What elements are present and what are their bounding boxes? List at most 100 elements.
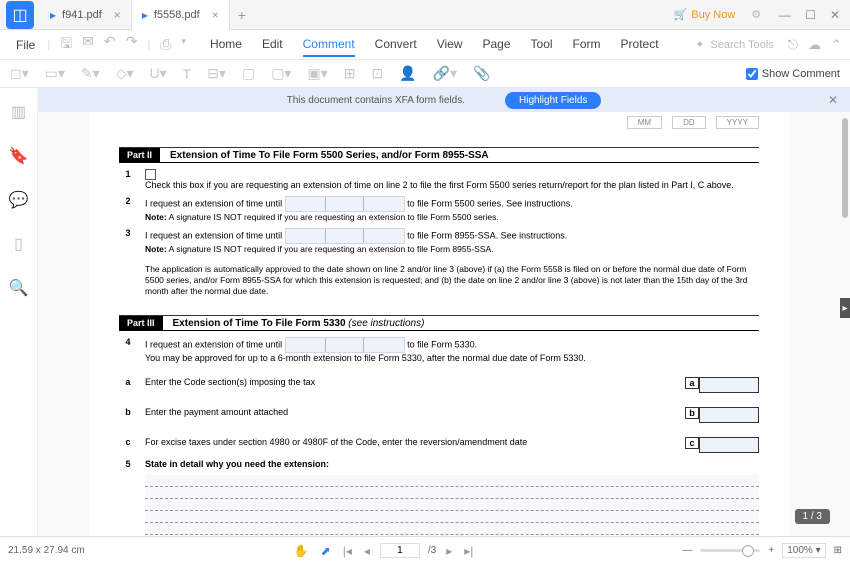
select-tool-icon[interactable]: ⬈ [319, 544, 333, 558]
attachment-tool[interactable]: 📎 [473, 65, 490, 82]
attachments-panel-icon[interactable]: ▯ [14, 234, 23, 254]
menubar: File | 🖫 ✉ ↶ ↷ | ⎙ ▾ Home Edit Comment C… [0, 30, 850, 60]
last-page-button[interactable]: ▸| [462, 544, 475, 558]
date-header: MM DD YYYY [119, 112, 759, 129]
zoom-select[interactable]: 100% ▾ [782, 543, 825, 558]
zoom-slider[interactable] [700, 549, 760, 552]
lineb-field[interactable] [699, 407, 759, 423]
mail-icon[interactable]: ✉ [82, 33, 94, 57]
buy-now-link[interactable]: 🛒 Buy Now [674, 8, 736, 21]
show-comment-checkbox[interactable] [746, 68, 758, 80]
line5-textarea[interactable] [145, 475, 759, 536]
comments-panel-icon[interactable]: 💬 [9, 190, 29, 210]
cart-icon: 🛒 [674, 8, 688, 21]
pdf-icon: ▸ [50, 8, 56, 22]
eraser-tool[interactable]: ◇▾ [116, 65, 134, 82]
close-icon[interactable]: × [212, 8, 219, 22]
xfa-message: This document contains XFA form fields. [287, 95, 465, 106]
maximize-button[interactable]: ☐ [805, 8, 816, 22]
page-number-input[interactable] [380, 543, 420, 558]
new-tab-button[interactable]: + [230, 7, 254, 23]
line4-date-field[interactable] [285, 337, 405, 353]
linea-field[interactable] [699, 377, 759, 393]
vertical-scrollbar[interactable] [842, 118, 848, 218]
linec-field[interactable] [699, 437, 759, 453]
user-tool[interactable]: 👤 [399, 65, 416, 82]
save-icon[interactable]: 🖫 [60, 33, 72, 57]
close-banner-icon[interactable]: ✕ [828, 93, 838, 107]
share-icon[interactable]: ⎋ [788, 37, 798, 53]
undo-icon[interactable]: ↶ [104, 33, 116, 57]
pdf-icon: ▸ [142, 8, 148, 22]
tab-protect[interactable]: Protect [621, 33, 659, 57]
line-number: 4 [119, 337, 137, 363]
measure-tool[interactable]: ⊡ [371, 65, 383, 82]
line-number: 2 [119, 196, 137, 222]
tab-f5558[interactable]: ▸ f5558.pdf × [132, 0, 230, 30]
show-comment-label: Show Comment [762, 68, 840, 80]
callout-tool[interactable]: ▢ [242, 65, 255, 82]
cloud-icon[interactable]: ☁ [808, 37, 821, 53]
zoom-in-button[interactable]: + [768, 545, 774, 556]
tab-edit[interactable]: Edit [262, 33, 283, 57]
document-viewport[interactable]: MM DD YYYY Part II Extension of Time To … [38, 112, 840, 536]
chevron-down-icon[interactable]: ▾ [181, 36, 186, 53]
comment-toolbar: ◻▾ ▭▾ ✎▾ ◇▾ U▾ T ⊟▾ ▢ ▢▾ ▣▾ ⊞ ⊡ 👤 🔗▾ 📎 S… [0, 60, 850, 88]
line-number: 5 [119, 459, 137, 536]
close-window-button[interactable]: ✕ [830, 8, 840, 22]
fit-page-icon[interactable]: ⊞ [834, 545, 842, 556]
tab-view[interactable]: View [437, 33, 463, 57]
wand-icon: ✦ [695, 38, 704, 51]
underline-tool[interactable]: U▾ [149, 65, 166, 82]
collapse-ribbon-icon[interactable]: ⌃ [831, 37, 842, 53]
stamp-tool[interactable]: ▣▾ [307, 65, 327, 82]
settings-icon[interactable]: ⚙ [751, 8, 761, 21]
tab-form[interactable]: Form [573, 33, 601, 57]
zoom-out-button[interactable]: — [682, 545, 692, 556]
note-tool[interactable]: ◻▾ [10, 65, 29, 82]
prev-page-button[interactable]: ◂ [362, 544, 372, 558]
tab-convert[interactable]: Convert [375, 33, 417, 57]
first-page-button[interactable]: |◂ [341, 544, 354, 558]
pencil-tool[interactable]: ✎▾ [81, 65, 100, 82]
part2-label: Part II [119, 148, 160, 162]
bookmarks-icon[interactable]: 🔖 [9, 146, 29, 166]
expand-panel-icon[interactable]: ▸ [840, 298, 850, 318]
redo-icon[interactable]: ↷ [126, 33, 138, 57]
minimize-button[interactable]: — [779, 8, 791, 22]
tab-comment[interactable]: Comment [303, 33, 355, 57]
highlight-tool[interactable]: ▭▾ [45, 65, 65, 82]
tab-label: f941.pdf [62, 9, 102, 21]
file-menu[interactable]: File [8, 38, 43, 52]
line2-date-field[interactable] [285, 196, 405, 212]
text-tool[interactable]: T [183, 66, 192, 82]
tab-page[interactable]: Page [482, 33, 510, 57]
tab-label: f5558.pdf [154, 9, 200, 21]
line1-checkbox[interactable] [145, 169, 156, 180]
app-logo: ◫ [6, 1, 34, 29]
pdf-page: MM DD YYYY Part II Extension of Time To … [89, 112, 789, 536]
shape-tool[interactable]: ▢▾ [271, 65, 291, 82]
page-indicator-badge: 1 / 3 [795, 509, 830, 524]
part2-header: Part II Extension of Time To File Form 5… [119, 147, 759, 163]
thumbnails-icon[interactable]: ▥ [11, 102, 26, 122]
tab-f941[interactable]: ▸ f941.pdf × [40, 0, 132, 30]
part2-paragraph: The application is automatically approve… [145, 264, 759, 297]
link-tool[interactable]: 🔗▾ [433, 65, 457, 82]
part3-label: Part III [119, 316, 163, 330]
tab-tool[interactable]: Tool [531, 33, 553, 57]
search-tools[interactable]: ✦ Search Tools [695, 38, 774, 51]
next-page-button[interactable]: ▸ [444, 544, 454, 558]
line-number: 1 [119, 169, 137, 190]
close-icon[interactable]: × [114, 8, 121, 22]
line3-date-field[interactable] [285, 228, 405, 244]
print-icon[interactable]: ⎙ [160, 36, 171, 53]
search-panel-icon[interactable]: 🔍 [9, 278, 29, 298]
line-letter: c [119, 437, 137, 453]
textbox-tool[interactable]: ⊟▾ [207, 65, 226, 82]
hand-tool-icon[interactable]: ✋ [292, 544, 311, 558]
signature-tool[interactable]: ⊞ [344, 65, 356, 82]
tab-home[interactable]: Home [210, 33, 242, 57]
part3-header: Part III Extension of Time To File Form … [119, 315, 759, 331]
highlight-fields-button[interactable]: Highlight Fields [505, 92, 601, 109]
